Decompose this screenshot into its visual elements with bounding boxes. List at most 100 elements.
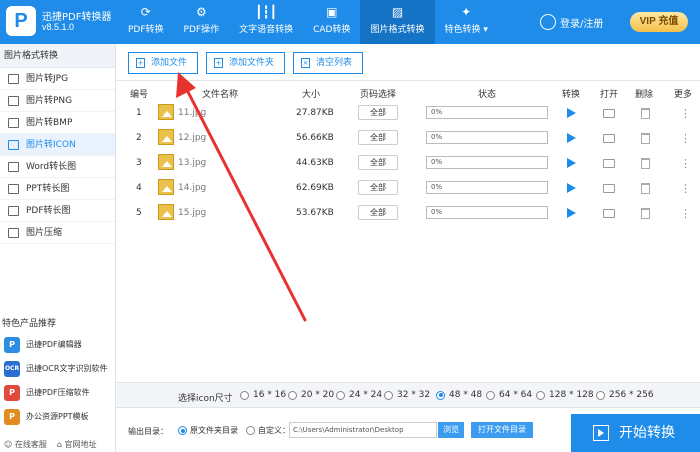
convert-play-icon[interactable] <box>567 183 576 193</box>
page-range-select[interactable]: 全部 <box>358 105 398 120</box>
sidebar: 图片格式转换 图片转JPG 图片转PNG 图片转BMP 图片转ICON Word… <box>0 44 116 452</box>
more-icon[interactable]: ⋮ <box>680 183 691 194</box>
icon-size-option[interactable]: 128 * 128 <box>536 390 594 400</box>
more-icon[interactable]: ⋮ <box>680 158 691 169</box>
icon-size-option[interactable]: 32 * 32 <box>384 390 430 400</box>
delete-icon[interactable] <box>641 158 650 169</box>
product-pdf-compress[interactable]: P 迅捷PDF压缩软件 <box>0 382 116 404</box>
open-folder-icon[interactable] <box>603 184 615 193</box>
page-range-select[interactable]: 全部 <box>358 130 398 145</box>
ppt-template-icon: P <box>4 409 20 425</box>
file-size: 27.87KB <box>296 108 334 118</box>
more-icon[interactable]: ⋮ <box>680 133 691 144</box>
sidebar-item-to-icon[interactable]: 图片转ICON <box>0 134 115 156</box>
delete-icon[interactable] <box>641 183 650 194</box>
product-ppt-template[interactable]: P 办公资源PPT模板 <box>0 406 116 428</box>
product-ocr[interactable]: OCR 迅捷OCR文字识别软件 <box>0 358 116 380</box>
icon-size-option[interactable]: 64 * 64 <box>486 390 532 400</box>
file-size: 53.67KB <box>296 208 334 218</box>
progress-bar: 0% <box>426 156 548 169</box>
table-row: 5 15.jpg 53.67KB 全部 0% ⋮ <box>116 201 700 226</box>
row-num: 5 <box>136 208 142 218</box>
open-folder-icon[interactable] <box>603 209 615 218</box>
convert-play-icon[interactable] <box>567 108 576 118</box>
sidebar-item-word-long-image[interactable]: Word转长图 <box>0 156 115 178</box>
radio-icon <box>596 390 605 400</box>
browse-button[interactable]: 浏览 <box>438 422 464 438</box>
login-button[interactable]: 登录/注册 <box>540 14 603 30</box>
clear-list-button[interactable]: × 清空列表 <box>293 52 364 74</box>
add-folder-icon: + <box>214 58 224 68</box>
add-folder-button[interactable]: + 添加文件夹 <box>206 52 286 74</box>
app-name: 迅捷PDF转换器 <box>42 12 112 23</box>
page-range-select[interactable]: 全部 <box>358 155 398 170</box>
toolbar-divider <box>116 80 700 81</box>
page-range-select[interactable]: 全部 <box>358 205 398 220</box>
nav-image-format[interactable]: ▨ 图片格式转换 <box>360 0 435 44</box>
icon-size-option[interactable]: 256 * 256 <box>596 390 654 400</box>
toolbar: + 添加文件 + 添加文件夹 × 清空列表 <box>128 52 364 74</box>
icon-size-option[interactable]: 48 * 48 <box>436 390 482 400</box>
app-version: v8.5.1.0 <box>42 22 75 32</box>
sidebar-item-to-jpg[interactable]: 图片转JPG <box>0 68 115 90</box>
top-nav: ⟳ PDF转换 ⚙ PDF操作 ┃┇┃ 文字语音转换 ▣ CAD转换 ▨ 图片格… <box>118 0 498 44</box>
output-original-radio[interactable]: 原文件夹目录 <box>178 425 238 436</box>
sidebar-item-to-bmp[interactable]: 图片转BMP <box>0 112 115 134</box>
start-convert-button[interactable]: 开始转换 <box>571 414 700 452</box>
file-name: 15.jpg <box>178 208 207 218</box>
radio-icon <box>240 390 249 400</box>
col-more: 更多 <box>674 90 693 100</box>
output-path-input[interactable]: C:\Users\Administrator\Desktop <box>289 422 437 438</box>
file-name: 11.jpg <box>178 108 207 118</box>
col-name: 文件名称 <box>202 90 239 100</box>
page-range-select[interactable]: 全部 <box>358 180 398 195</box>
image-icon: ▨ <box>391 5 404 19</box>
nav-pdf-convert[interactable]: ⟳ PDF转换 <box>118 0 174 44</box>
more-icon[interactable]: ⋮ <box>680 208 691 219</box>
image-thumbnail-icon <box>158 179 174 195</box>
sidebar-title: 图片格式转换 <box>0 44 115 68</box>
nav-feature-convert[interactable]: ✦ 特色转换 ▾ <box>435 0 498 44</box>
official-site-link[interactable]: ⌂ 官网地址 <box>57 439 97 450</box>
progress-bar: 0% <box>426 106 548 119</box>
feature-icon: ✦ <box>461 5 472 19</box>
delete-icon[interactable] <box>641 208 650 219</box>
icon-size-option[interactable]: 16 * 16 <box>240 390 286 400</box>
delete-icon[interactable] <box>641 133 650 144</box>
open-folder-icon[interactable] <box>603 159 615 168</box>
output-custom-radio[interactable]: 自定义： <box>246 425 290 436</box>
nav-text-speech[interactable]: ┃┇┃ 文字语音转换 <box>229 0 303 44</box>
delete-icon[interactable] <box>641 108 650 119</box>
convert-play-icon[interactable] <box>567 158 576 168</box>
col-num: 编号 <box>130 90 149 100</box>
nav-cad-convert[interactable]: ▣ CAD转换 <box>303 0 360 44</box>
sidebar-item-pdf-long-image[interactable]: PDF转长图 <box>0 200 115 222</box>
nav-pdf-operate[interactable]: ⚙ PDF操作 <box>174 0 230 44</box>
sidebar-item-to-png[interactable]: 图片转PNG <box>0 90 115 112</box>
product-pdf-editor[interactable]: P 迅捷PDF编辑器 <box>0 334 116 356</box>
open-folder-icon[interactable] <box>603 109 615 118</box>
add-file-button[interactable]: + 添加文件 <box>128 52 199 74</box>
vip-recharge-button[interactable]: VIP 充值 <box>630 12 688 32</box>
radio-icon <box>536 390 545 400</box>
table-row: 4 14.jpg 62.69KB 全部 0% ⋮ <box>116 176 700 201</box>
icon-size-option[interactable]: 24 * 24 <box>336 390 382 400</box>
compress-icon <box>8 228 19 238</box>
table-row: 3 13.jpg 44.63KB 全部 0% ⋮ <box>116 151 700 176</box>
audio-wave-icon: ┃┇┃ <box>255 5 277 19</box>
sidebar-item-ppt-long-image[interactable]: PPT转长图 <box>0 178 115 200</box>
table-row: 2 12.jpg 56.66KB 全部 0% ⋮ <box>116 126 700 151</box>
sidebar-item-image-compress[interactable]: 图片压缩 <box>0 222 115 244</box>
radio-icon <box>178 426 187 435</box>
convert-play-icon[interactable] <box>567 133 576 143</box>
icon-size-option[interactable]: 20 * 20 <box>288 390 334 400</box>
convert-play-icon[interactable] <box>567 208 576 218</box>
icon-size-selector: 选择icon尺寸 16 * 16 20 * 20 24 * 24 32 * 32 48 … <box>116 382 700 408</box>
radio-icon <box>436 390 445 400</box>
open-folder-button[interactable]: 打开文件目录 <box>471 422 533 438</box>
more-icon[interactable]: ⋮ <box>680 108 691 119</box>
radio-icon <box>288 390 297 400</box>
online-service-link[interactable]: ☺ 在线客服 <box>4 439 47 450</box>
open-folder-icon[interactable] <box>603 134 615 143</box>
progress-bar: 0% <box>426 206 548 219</box>
